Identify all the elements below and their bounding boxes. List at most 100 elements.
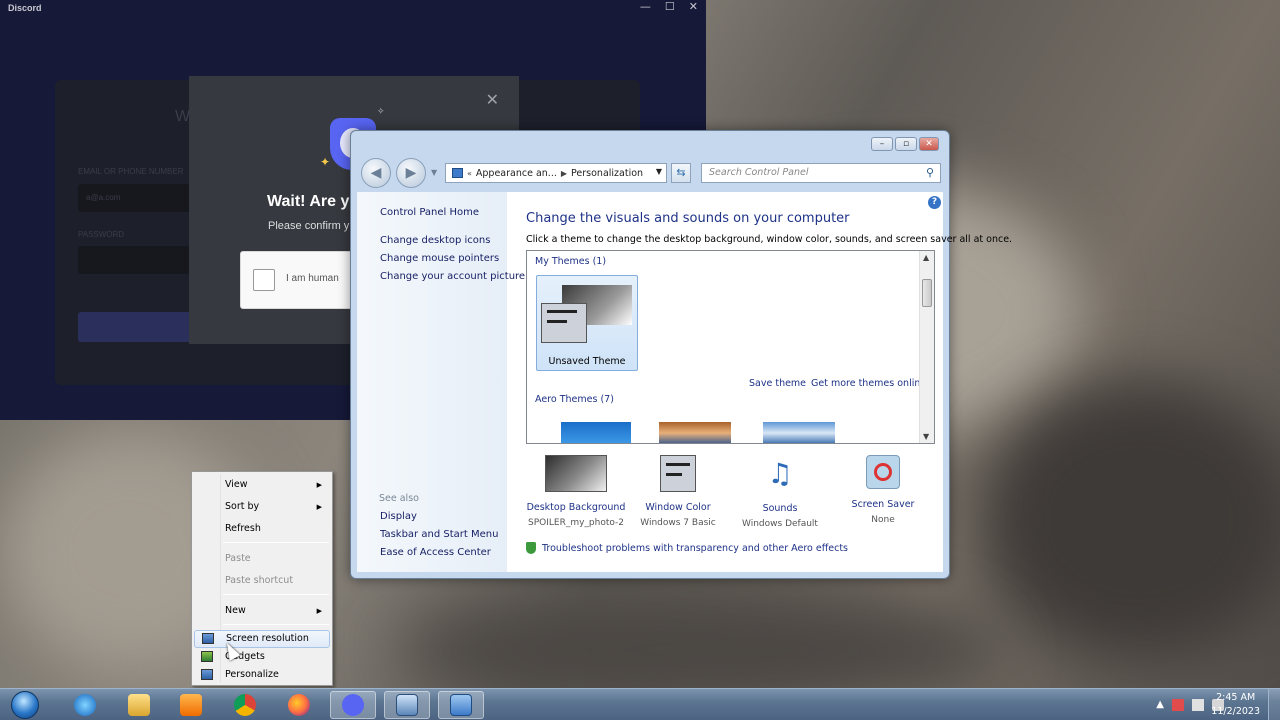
back-button[interactable]: ◀ [361,158,391,188]
aero-theme-thumbnail[interactable] [659,422,731,443]
breadcrumb-appearance[interactable]: Appearance an... [476,168,557,179]
aero-theme-thumbnail[interactable] [561,422,631,443]
control-panel-icon [450,694,472,716]
taskbar-explorer[interactable] [116,691,162,719]
taskbar-control-panel[interactable] [438,691,484,719]
discord-welcome-faint: W [175,108,191,125]
control-panel-icon [452,168,463,178]
action-center-flag-icon[interactable] [1172,699,1184,711]
desktop-background-value: SPOILER_my_photo-2 [527,518,625,528]
captcha-checkbox[interactable] [253,269,275,291]
sidebar-link-taskbar[interactable]: Taskbar and Start Menu [380,529,498,540]
window-color-title: Window Color [645,502,711,513]
menu-item-view-label: View [225,479,248,490]
taskbar-clock[interactable]: 2:45 AM 11/2/2023 [1211,691,1260,719]
page-title: Change the visuals and sounds on your co… [526,211,850,226]
taskbar-ie[interactable] [62,691,108,719]
save-theme-link[interactable]: Save theme [749,378,806,389]
menu-item-refresh[interactable]: Refresh [194,520,330,538]
captcha-subtitle: Please confirm y [268,220,350,232]
submenu-arrow-icon: ▶ [316,481,322,489]
help-icon[interactable]: ? [928,196,941,209]
minimize-icon[interactable]: – [871,137,893,151]
firefox-icon [288,694,310,716]
close-icon[interactable]: ✕ [919,137,939,151]
window-color-item[interactable]: Window Color Windows 7 Basic [628,455,728,528]
personalize-icon [201,669,213,680]
maximize-icon[interactable]: ▫ [895,137,917,151]
sparkle-icon: ✦ [320,155,331,169]
theme-unsaved[interactable]: Unsaved Theme [536,275,638,371]
show-desktop-button[interactable] [1268,689,1280,720]
scroll-up-icon[interactable]: ▲ [923,253,929,262]
aero-theme-thumbnail[interactable] [763,422,835,443]
theme-list-scrollbar[interactable]: ▲ ▼ [919,251,934,443]
maximize-icon[interactable]: ☐ [665,0,675,13]
window-controls: – ▫ ✕ [871,137,939,151]
submenu-arrow-icon: ▶ [316,503,322,511]
scroll-down-icon[interactable]: ▼ [923,432,929,441]
shield-icon [526,542,536,554]
sidebar-link-home[interactable]: Control Panel Home [380,207,479,218]
menu-item-refresh-label: Refresh [225,523,261,534]
menu-item-view[interactable]: View ▶ [194,476,330,494]
desktop-background-icon [545,455,607,492]
search-icon[interactable]: ⚲ [926,166,934,179]
network-icon[interactable] [1192,699,1204,711]
breadcrumb-personalization[interactable]: Personalization [571,168,643,179]
refresh-button[interactable]: ⇆ [671,163,691,183]
content-pane: Control Panel Home Change desktop icons … [357,192,1012,572]
chevron-left-icon: « [467,168,472,178]
sidebar-link-mouse-pointers[interactable]: Change mouse pointers [380,253,499,264]
taskbar-chrome[interactable] [222,691,268,719]
menu-item-screen-resolution[interactable]: Screen resolution [194,630,330,648]
minimize-icon[interactable]: — [640,0,651,13]
menu-item-new[interactable]: New ▶ [194,602,330,620]
internet-explorer-icon [74,694,96,716]
search-placeholder: Search Control Panel [709,167,809,178]
windows-start-orb-icon [11,691,39,719]
taskbar-media-player[interactable] [168,691,214,719]
taskbar-discord[interactable] [330,691,376,719]
taskbar-window[interactable] [384,691,430,719]
theme-list[interactable]: My Themes (1) Unsaved Theme Save theme G… [526,250,935,444]
monitor-icon [202,633,214,644]
search-input[interactable]: Search Control Panel ⚲ [701,163,941,183]
show-hidden-icons-icon[interactable]: ▲ [1156,699,1164,711]
taskbar-firefox[interactable] [276,691,322,719]
troubleshoot-link-text[interactable]: Troubleshoot problems with transparency … [542,543,848,554]
aero-themes-label: Aero Themes (7) [535,394,614,405]
personalization-window[interactable]: – ▫ ✕ ◀ ▶ ▼ « Appearance an... ▶ Persona… [350,130,1012,579]
sidebar-link-account-picture[interactable]: Change your account picture [380,271,525,282]
troubleshoot-link[interactable]: Troubleshoot problems with transparency … [526,542,848,554]
sidebar-link-display[interactable]: Display [380,511,417,522]
sidebar-link-desktop-icons[interactable]: Change desktop icons [380,235,490,246]
menu-item-personalize[interactable]: Personalize [194,666,330,684]
address-bar[interactable]: « Appearance an... ▶ Personalization ▼ [445,163,667,183]
get-more-themes-link[interactable]: Get more themes online [811,378,926,389]
forward-button[interactable]: ▶ [396,158,426,188]
screen-saver-icon [866,455,900,489]
start-button[interactable] [5,689,45,720]
screen-saver-item[interactable]: Screen Saver None [833,455,933,525]
window-color-icon [660,455,696,492]
menu-item-personalize-label: Personalize [225,669,279,680]
chrome-icon [234,694,256,716]
menu-item-sort-by[interactable]: Sort by ▶ [194,498,330,516]
recent-pages-dropdown-icon[interactable]: ▼ [431,168,437,177]
sounds-icon: ♫ [767,457,793,490]
menu-item-gadgets[interactable]: Gadgets [194,648,330,666]
sidebar-link-ease-of-access[interactable]: Ease of Access Center [380,547,491,558]
menu-item-paste-shortcut[interactable]: Paste shortcut [194,572,330,590]
close-icon[interactable]: ✕ [689,0,698,13]
page-description: Click a theme to change the desktop back… [526,234,1013,245]
clock-time: 2:45 AM [1216,692,1256,703]
close-icon[interactable]: ✕ [486,90,499,109]
scroll-thumb[interactable] [922,279,932,307]
menu-item-paste[interactable]: Paste [194,550,330,568]
menu-item-paste-label: Paste [225,553,251,564]
discord-icon [342,694,364,716]
sounds-item[interactable]: ♫ Sounds Windows Default [730,455,830,529]
desktop-background-item[interactable]: Desktop Background SPOILER_my_photo-2 [526,455,626,528]
chevron-down-icon[interactable]: ▼ [656,167,662,176]
